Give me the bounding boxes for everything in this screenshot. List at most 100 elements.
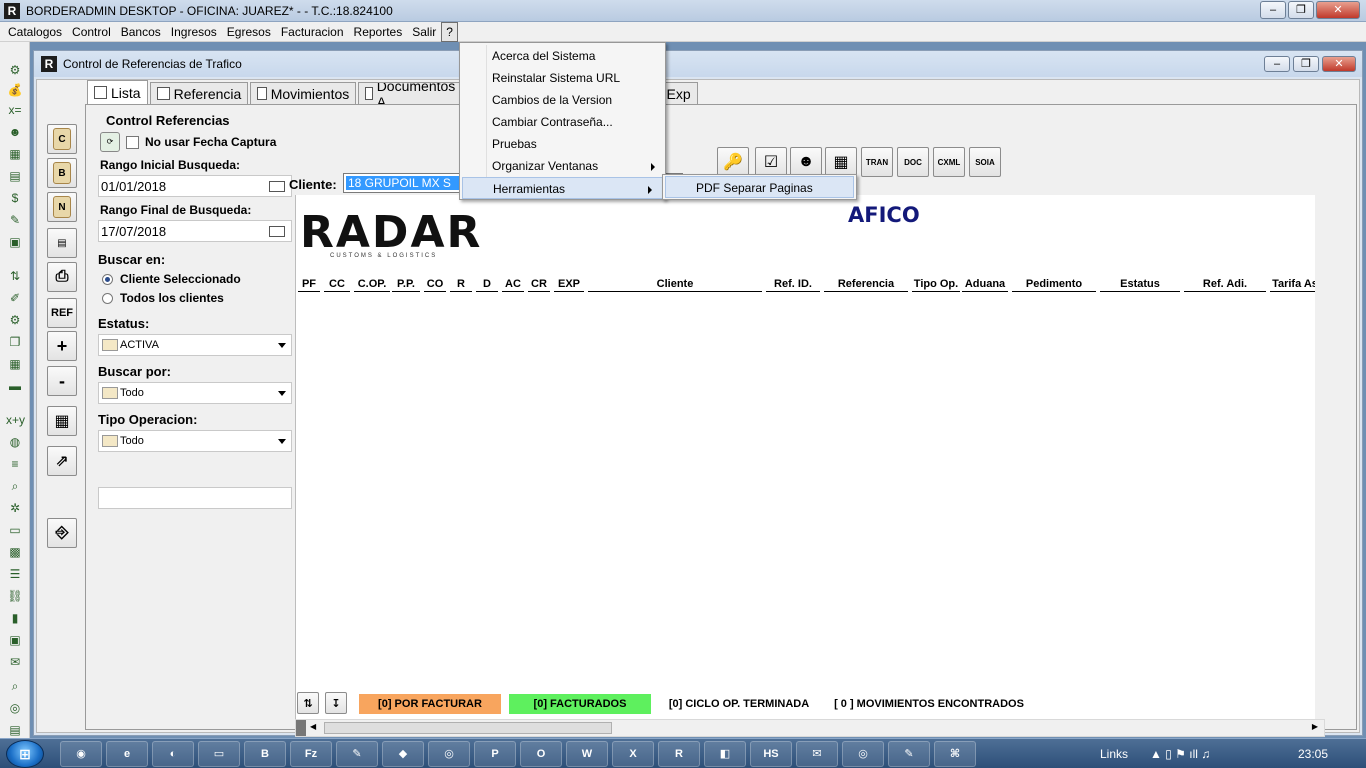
tipo-operacion-select[interactable]: Todo	[98, 430, 292, 452]
col-d[interactable]: D	[476, 277, 498, 292]
estatus-select[interactable]: ACTIVA	[98, 334, 292, 356]
app2-taskbar-icon[interactable]: ◧	[704, 741, 746, 767]
menu-cambiar-contrasena[interactable]: Cambiar Contraseña...	[460, 111, 665, 133]
no-fecha-checkbox[interactable]	[126, 135, 139, 149]
pin-icon[interactable]: ✎	[6, 212, 24, 228]
col-ref-id[interactable]: Ref. ID.	[766, 277, 820, 292]
settings-icon[interactable]: ✲	[6, 500, 24, 516]
start-button[interactable]: ⊞	[6, 740, 44, 768]
menu-pruebas[interactable]: Pruebas	[460, 133, 665, 155]
col-aduana[interactable]: Aduana	[962, 277, 1008, 292]
lock-icon[interactable]: ▭	[6, 522, 24, 538]
book-icon[interactable]: ▮	[6, 610, 24, 626]
col-tipo-op[interactable]: Tipo Op.	[912, 277, 960, 292]
calculator-icon[interactable]: ▦	[6, 146, 24, 162]
col-cc[interactable]: CC	[324, 277, 350, 292]
excel-taskbar-icon[interactable]: X	[612, 741, 654, 767]
calendar-icon[interactable]	[269, 181, 285, 192]
refresh-icon[interactable]: ⟳	[100, 132, 120, 152]
menu-catalogos[interactable]: Catalogos	[3, 23, 67, 41]
minimize-button[interactable]: –	[1260, 1, 1286, 19]
col-ref-adi[interactable]: Ref. Adi.	[1184, 277, 1266, 292]
exit-button[interactable]: ⎆	[47, 518, 77, 548]
key-button[interactable]: 🔑	[717, 147, 749, 177]
col-cop[interactable]: C.OP.	[354, 277, 390, 292]
document-icon[interactable]: ▤	[6, 168, 24, 184]
scroll-right-arrow-icon[interactable]: ▶	[1312, 722, 1318, 731]
search-text-field[interactable]	[98, 487, 292, 509]
scroll-left-arrow-icon[interactable]: ◀	[310, 722, 316, 731]
clock[interactable]: 23:05	[1298, 747, 1328, 761]
cd-icon[interactable]: ◎	[6, 700, 24, 716]
col-tarifa[interactable]: Tarifa As	[1270, 277, 1320, 292]
menu-ingresos[interactable]: Ingresos	[166, 23, 222, 41]
radio-todos[interactable]	[102, 292, 113, 304]
pen-icon[interactable]: ✐	[6, 290, 24, 306]
menu-herramientas[interactable]: Herramientas	[462, 177, 663, 199]
menu-control[interactable]: Control	[67, 23, 116, 41]
borderadmin-taskbar-icon[interactable]: R	[658, 741, 700, 767]
gear-icon[interactable]: ⚙	[6, 312, 24, 328]
chrome-taskbar-icon[interactable]: ◉	[60, 741, 102, 767]
col-pedimento[interactable]: Pedimento	[1012, 277, 1096, 292]
agent-button[interactable]: ☻	[790, 147, 822, 177]
tab-lista[interactable]: Lista	[87, 80, 148, 104]
vs-taskbar-icon[interactable]: ◆	[382, 741, 424, 767]
notes-taskbar-icon[interactable]: ✎	[888, 741, 930, 767]
menu-reportes[interactable]: Reportes	[349, 23, 408, 41]
expand-button[interactable]: ⇅	[297, 692, 319, 714]
menu-salir[interactable]: Salir	[407, 23, 441, 41]
chart-icon[interactable]: ▣	[6, 234, 24, 250]
grid-vertical-scrollbar[interactable]	[1315, 195, 1325, 725]
menu-pdf-separar[interactable]: PDF Separar Paginas	[665, 176, 854, 198]
file-search-icon[interactable]: ⌕	[6, 678, 24, 694]
references-grid[interactable]: RADAR CUSTOMS & LOGISTICS AFICO PF CC C.…	[295, 195, 1325, 725]
window-restore-button[interactable]: ❐	[1293, 56, 1319, 72]
col-exp[interactable]: EXP	[554, 277, 584, 292]
money-bag-icon[interactable]: 💰	[6, 82, 24, 98]
chat-taskbar-icon[interactable]: ✉	[796, 741, 838, 767]
inbox-icon[interactable]: ✉	[6, 654, 24, 670]
copy-icon[interactable]: ❐	[6, 334, 24, 350]
remote-taskbar-icon[interactable]: ⌘	[934, 741, 976, 767]
radio-todos-row[interactable]: Todos los clientes	[102, 291, 298, 305]
network-taskbar-icon[interactable]: ◎	[428, 741, 470, 767]
horizontal-scrollbar[interactable]: ◀ ▶	[295, 719, 1325, 737]
tran-button[interactable]: TRAN	[861, 147, 893, 177]
col-referencia[interactable]: Referencia	[824, 277, 908, 292]
rango-inicial-field[interactable]: 01/01/2018	[98, 175, 292, 197]
tab-movimientos[interactable]: Movimientos	[250, 82, 357, 104]
col-cr[interactable]: CR	[528, 277, 550, 292]
list-icon[interactable]: ☰	[6, 566, 24, 582]
explorer-taskbar-icon[interactable]: ▭	[198, 741, 240, 767]
links-toolbar[interactable]: Links	[1100, 747, 1128, 761]
rango-final-field[interactable]: 17/07/2018	[98, 220, 292, 242]
ref-button[interactable]: REF	[47, 298, 77, 328]
col-pf[interactable]: PF	[298, 277, 320, 292]
menu-cambios-version[interactable]: Cambios de la Version	[460, 89, 665, 111]
menu-organizar-ventanas[interactable]: Organizar Ventanas	[460, 155, 665, 177]
ie-taskbar-icon[interactable]: e	[106, 741, 148, 767]
export-button[interactable]: ⇗	[47, 446, 77, 476]
n-button[interactable]: N	[47, 192, 77, 222]
close-button[interactable]: ✕	[1316, 1, 1360, 19]
windows-button[interactable]: ▦	[825, 147, 857, 177]
hs-taskbar-icon[interactable]: HS	[750, 741, 792, 767]
scroll-thumb[interactable]	[324, 722, 612, 734]
app-taskbar-icon[interactable]: B	[244, 741, 286, 767]
calculator-button[interactable]: ▦	[47, 406, 77, 436]
check-button[interactable]: ☑	[755, 147, 787, 177]
col-ac[interactable]: AC	[502, 277, 524, 292]
maximize-button[interactable]: ❐	[1288, 1, 1314, 19]
menu-bancos[interactable]: Bancos	[116, 23, 166, 41]
tool-icon[interactable]: ⚙	[6, 62, 24, 78]
calendar-icon[interactable]	[269, 226, 285, 237]
filezilla-taskbar-icon[interactable]: Fz	[290, 741, 332, 767]
cxml-button[interactable]: CXML	[933, 147, 965, 177]
col-estatus[interactable]: Estatus	[1100, 277, 1180, 292]
buscar-por-select[interactable]: Todo	[98, 382, 292, 404]
add-button[interactable]: +	[47, 331, 77, 361]
c-button[interactable]: C	[47, 124, 77, 154]
col-pp[interactable]: P.P.	[392, 277, 420, 292]
doc-button[interactable]: DOC	[897, 147, 929, 177]
